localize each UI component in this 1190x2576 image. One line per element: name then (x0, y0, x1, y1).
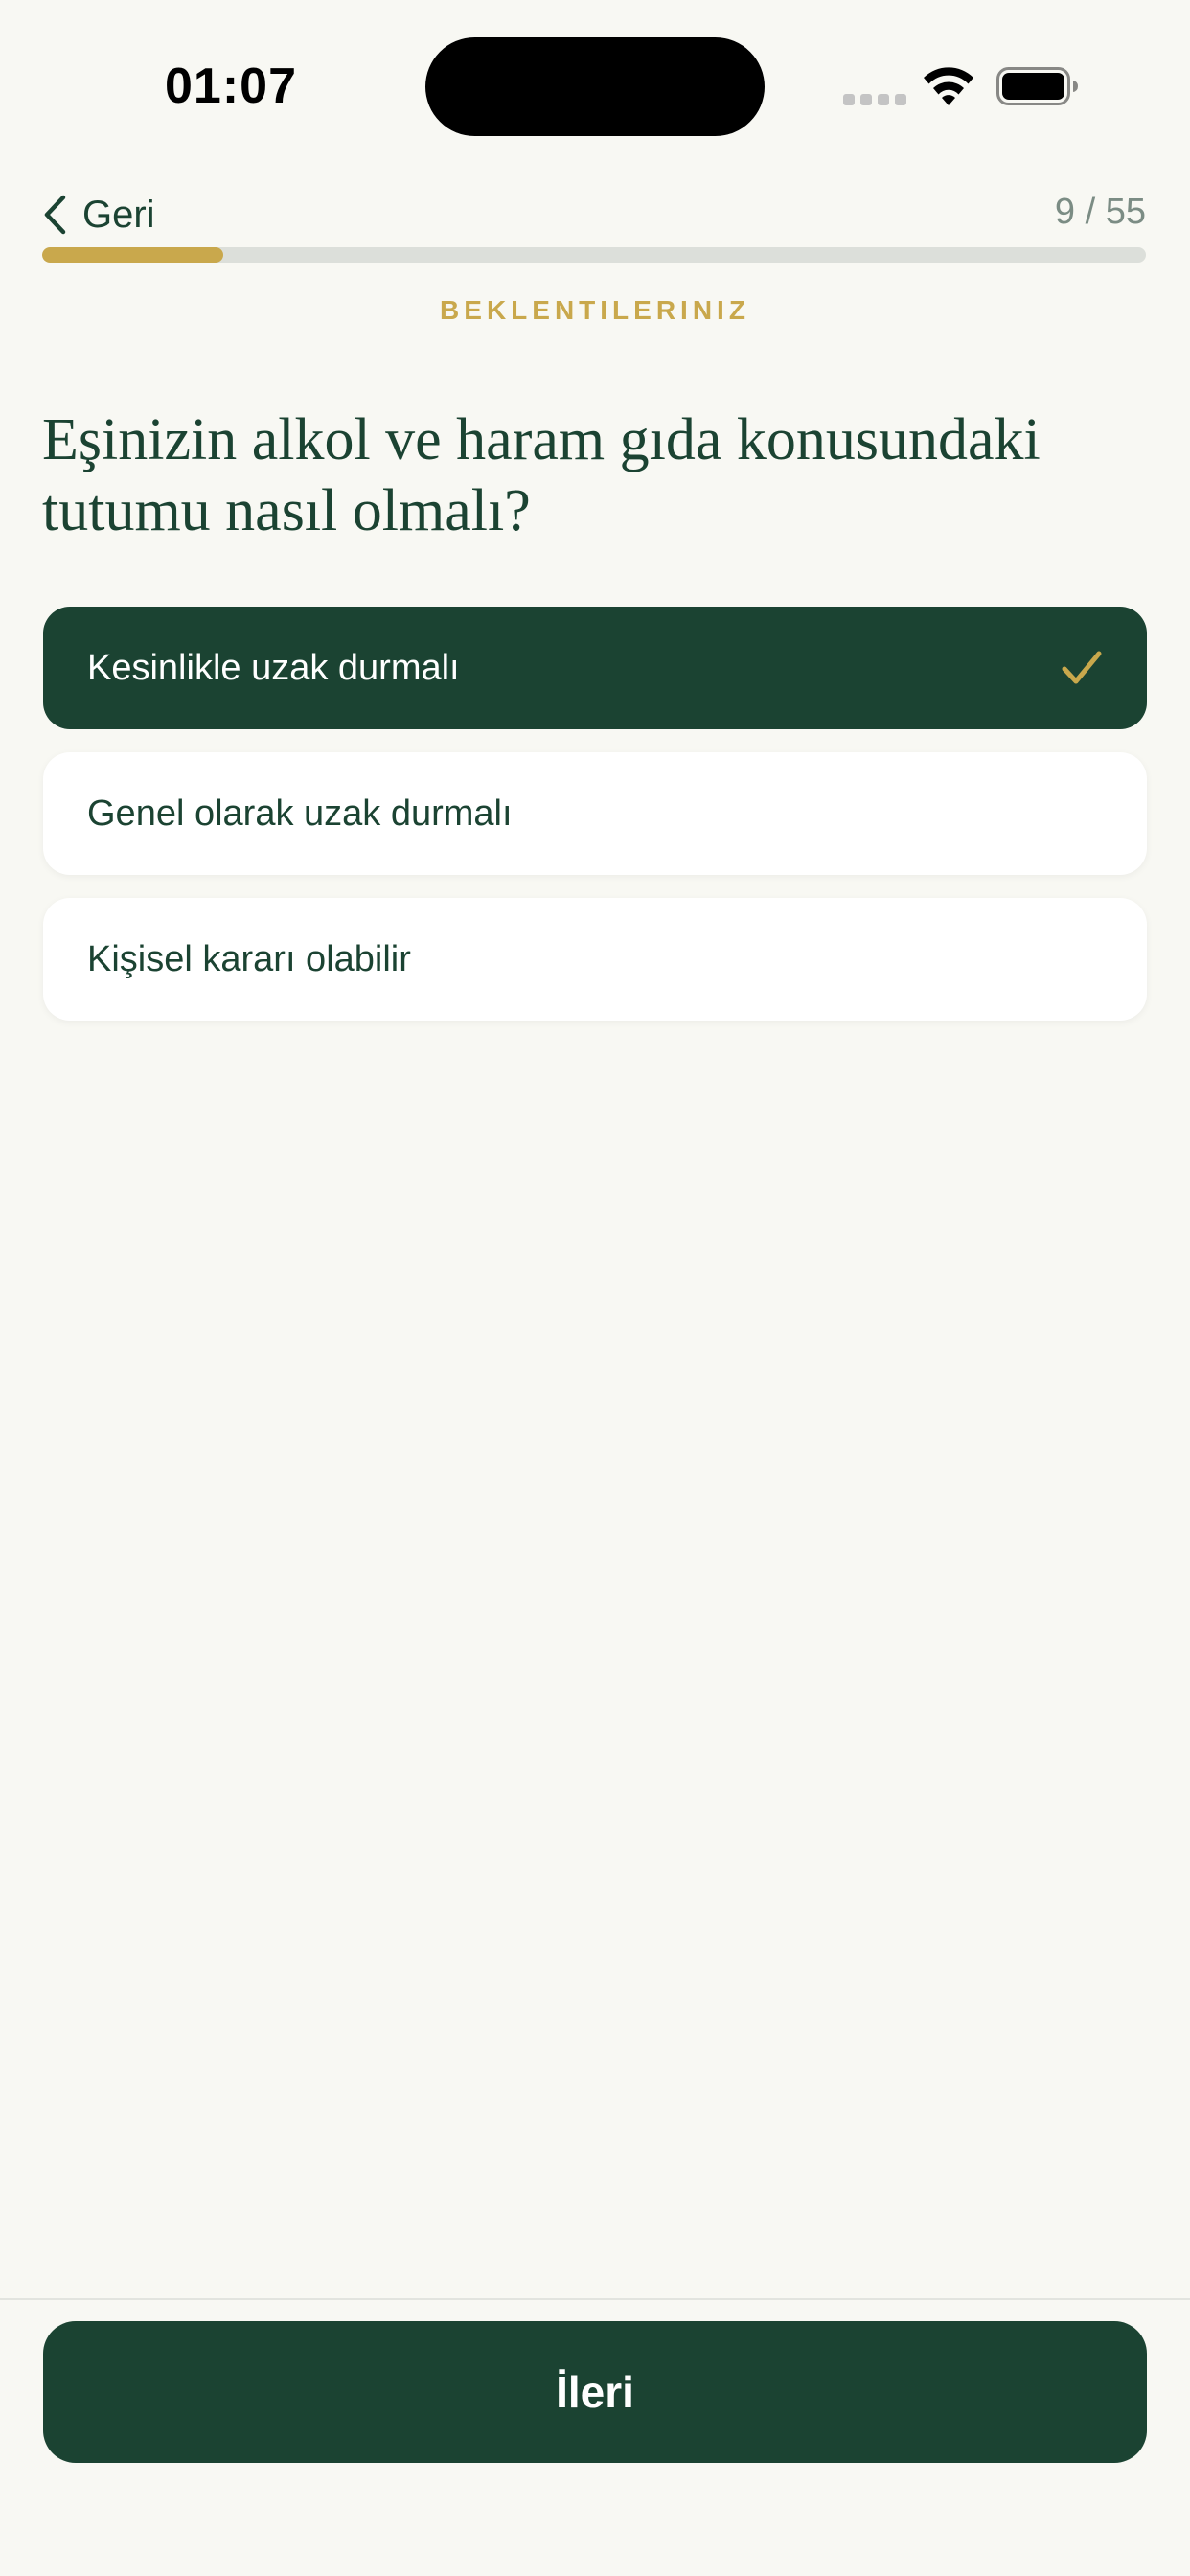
cellular-signal-icon (843, 94, 906, 105)
next-button[interactable]: İleri (43, 2321, 1147, 2463)
chevron-left-icon (44, 195, 66, 235)
option-label: Genel olarak uzak durmalı (87, 793, 513, 834)
bottom-divider (0, 2298, 1190, 2300)
status-time: 01:07 (165, 58, 297, 114)
progress-bar-fill (42, 247, 223, 263)
progress-bar (42, 247, 1146, 263)
question-title: Eşinizin alkol ve haram gıda konusundaki… (42, 407, 1041, 543)
wifi-icon (924, 67, 973, 105)
option-item[interactable]: Genel olarak uzak durmalı (43, 752, 1147, 875)
dynamic-island (425, 37, 765, 136)
progress-counter: 9 / 55 (1054, 192, 1146, 232)
back-label: Geri (82, 193, 155, 236)
checkmark-icon (1062, 651, 1102, 684)
battery-icon (996, 67, 1078, 105)
back-button[interactable]: Geri (42, 190, 155, 240)
option-label: Kesinlikle uzak durmalı (87, 647, 460, 688)
option-label: Kişisel kararı olabilir (87, 938, 411, 979)
status-bar: 01:07 (0, 0, 1190, 163)
options-list: Kesinlikle uzak durmalı Genel olarak uza… (43, 607, 1147, 1044)
section-label: BEKLENTILERINIZ (440, 295, 750, 325)
option-item[interactable]: Kişisel kararı olabilir (43, 898, 1147, 1021)
option-item[interactable]: Kesinlikle uzak durmalı (43, 607, 1147, 729)
